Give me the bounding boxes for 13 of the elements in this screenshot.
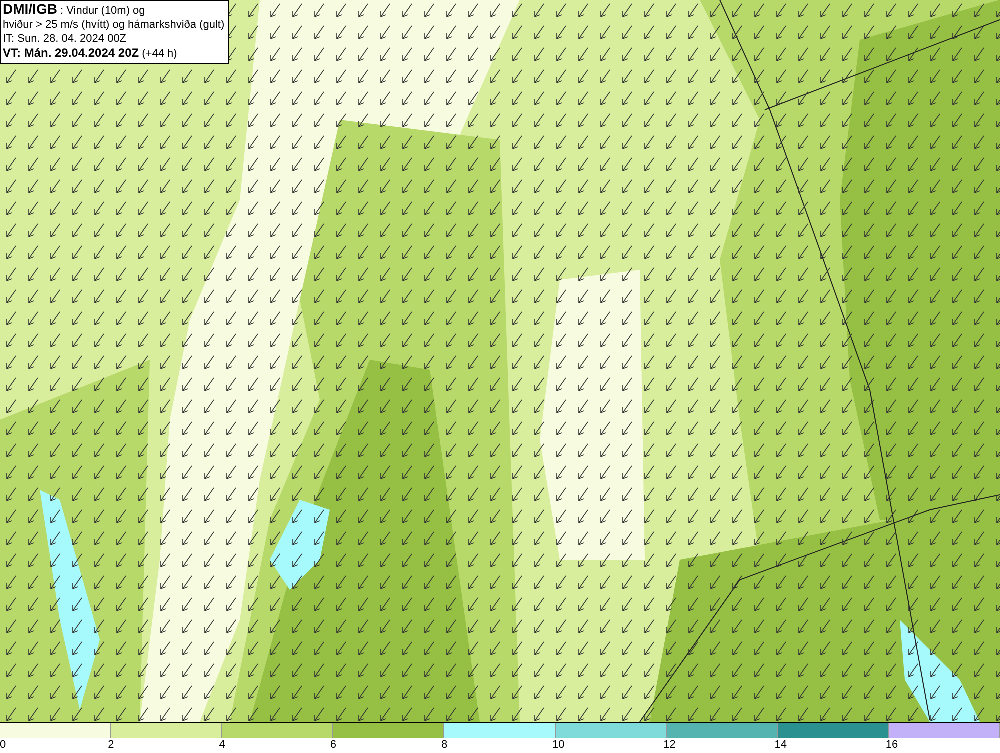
scale-label: 0 bbox=[0, 738, 6, 752]
scale-label: 6 bbox=[330, 738, 336, 752]
scale-label: 10 bbox=[552, 738, 565, 752]
scale-label: 4 bbox=[219, 738, 226, 752]
header-text: DMI/IGB : Vindur (10m) og bbox=[3, 2, 146, 18]
scale-label: 2 bbox=[108, 738, 114, 752]
header-text: VT: Mán. 29.04.2024 20Z (+44 h) bbox=[3, 46, 178, 61]
scale-label: 8 bbox=[441, 738, 448, 752]
scale-label: 14 bbox=[774, 738, 788, 752]
scale-label: 16 bbox=[886, 738, 898, 752]
scale-label: 12 bbox=[664, 738, 676, 752]
header-text: hviður > 25 m/s (hvítt) og hámarkshviða (gult) bbox=[3, 18, 225, 32]
header-text: IT: Sun. 28. 04. 2024 00Z bbox=[3, 32, 128, 46]
